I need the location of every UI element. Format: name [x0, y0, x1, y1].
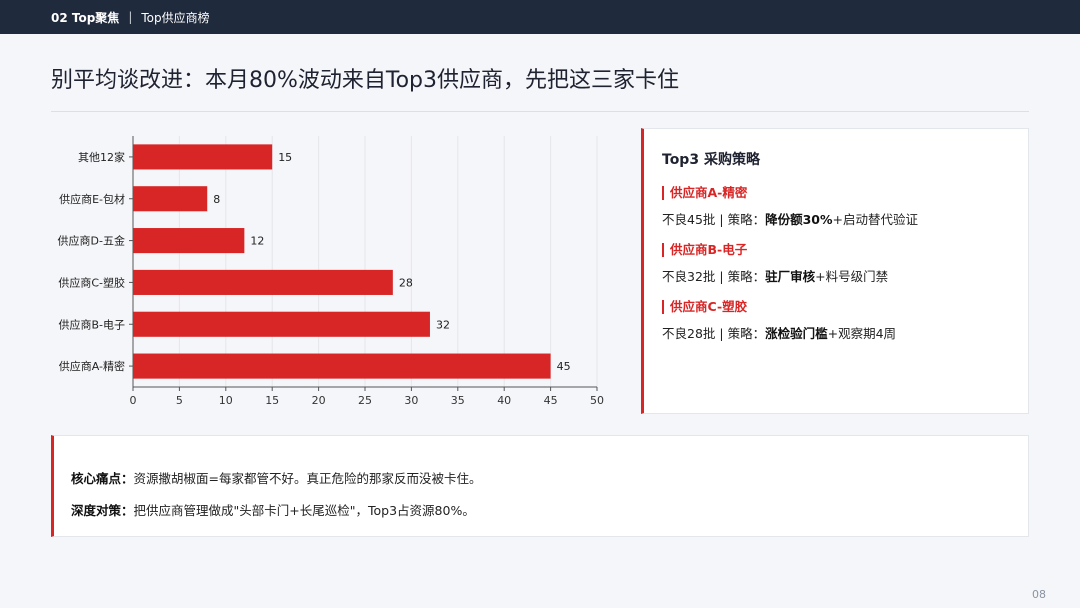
- section-subtitle: Top供应商榜: [141, 10, 210, 25]
- category-label: 供应商C-塑胶: [58, 275, 125, 289]
- strategy-detail: 不良45批 | 策略：降份额30%+启动替代验证: [662, 209, 1028, 228]
- strategy-card: Top3 采购策略 供应商A-精密 不良45批 | 策略：降份额30%+启动替代…: [641, 128, 1029, 414]
- strategy-item: 供应商B-电子 不良32批 | 策略：驻厂审核+料号级门禁: [662, 243, 1028, 285]
- x-tick-label: 10: [219, 394, 233, 407]
- strategy-action: 驻厂审核: [765, 269, 816, 284]
- bar-value-label: 15: [278, 151, 292, 164]
- strategy-suffix: +启动替代验证: [832, 212, 918, 227]
- bar: [133, 228, 245, 254]
- x-tick-label: 25: [358, 394, 372, 407]
- bar-value-label: 8: [213, 193, 220, 206]
- x-tick-label: 40: [497, 394, 511, 407]
- strategy-prefix: 不良32批 | 策略：: [662, 269, 766, 284]
- strategy-title: Top3 采购策略: [662, 152, 760, 168]
- strategy-item: 供应商C-塑胶 不良28批 | 策略：涨检验门槛+观察期4周: [662, 300, 1028, 342]
- bar: [133, 353, 551, 379]
- strategy-item: 供应商A-精密 不良45批 | 策略：降份额30%+启动替代验证: [662, 186, 1028, 228]
- page-title: 别平均谈改进：本月80%波动来自Top3供应商，先把这三家卡住: [51, 68, 680, 93]
- countermeasure-row: 深度对策：把供应商管理做成"头部卡门+长尾巡检"，Top3占资源80%。: [71, 500, 1028, 519]
- strategy-action: 降份额30%: [765, 212, 833, 227]
- category-label: 供应商D-五金: [58, 234, 125, 248]
- supplier-bar-chart: 0 5 10 15 20 25 30 35 40 45 50 其他12家 15 供应商E-包材 8 供应商D-…: [51, 128, 623, 413]
- category-label: 供应商B-电子: [58, 317, 125, 331]
- header-separator: |: [128, 10, 133, 24]
- section-label: 02 Top聚焦: [51, 10, 120, 25]
- bar: [133, 269, 393, 295]
- strategy-prefix: 不良45批 | 策略：: [662, 212, 766, 227]
- strategy-supplier-name: 供应商A-精密: [662, 186, 1028, 200]
- bar-value-label: 12: [250, 235, 264, 248]
- x-tick-label: 0: [130, 394, 137, 407]
- x-tick-label: 35: [451, 394, 465, 407]
- strategy-supplier-name: 供应商B-电子: [662, 243, 1028, 257]
- bar-value-label: 28: [399, 276, 413, 289]
- x-tick-label: 15: [265, 394, 279, 407]
- pain-point-text: 资源撒胡椒面=每家都管不好。真正危险的那家反而没被卡住。: [133, 471, 482, 486]
- x-tick-label: 45: [544, 394, 558, 407]
- strategy-detail: 不良28批 | 策略：涨检验门槛+观察期4周: [662, 323, 1028, 342]
- countermeasure-text: 把供应商管理做成"头部卡门+长尾巡检"，Top3占资源80%。: [133, 503, 475, 518]
- bar: [133, 311, 430, 337]
- x-tick-label: 20: [312, 394, 326, 407]
- x-tick-label: 30: [404, 394, 418, 407]
- x-tick-label: 50: [590, 394, 604, 407]
- strategy-prefix: 不良28批 | 策略：: [662, 326, 766, 341]
- x-tick-label: 5: [176, 394, 183, 407]
- category-label: 供应商A-精密: [59, 359, 125, 373]
- chart-svg: 0 5 10 15 20 25 30 35 40 45 50 其他12家 15 供应商E-包材 8 供应商D-…: [58, 136, 604, 407]
- pain-point-row: 核心痛点：资源撒胡椒面=每家都管不好。真正危险的那家反而没被卡住。: [71, 468, 1028, 487]
- bar-value-label: 32: [436, 318, 450, 331]
- category-label: 供应商E-包材: [59, 192, 125, 206]
- page-number: 08: [1032, 588, 1046, 601]
- strategy-suffix: +料号级门禁: [815, 269, 889, 284]
- category-label: 其他12家: [78, 150, 125, 164]
- strategy-detail: 不良32批 | 策略：驻厂审核+料号级门禁: [662, 266, 1028, 285]
- top-bar: 02 Top聚焦 | Top供应商榜: [0, 0, 1080, 34]
- strategy-supplier-name: 供应商C-塑胶: [662, 300, 1028, 314]
- bar-value-label: 45: [557, 360, 571, 373]
- bar: [133, 144, 273, 170]
- title-divider: [51, 111, 1029, 112]
- insight-box: 核心痛点：资源撒胡椒面=每家都管不好。真正危险的那家反而没被卡住。 深度对策：把…: [51, 435, 1029, 537]
- bar: [133, 186, 208, 212]
- countermeasure-label: 深度对策：: [71, 503, 134, 518]
- strategy-action: 涨检验门槛: [765, 326, 828, 341]
- pain-point-label: 核心痛点：: [71, 471, 134, 486]
- strategy-suffix: +观察期4周: [827, 326, 897, 341]
